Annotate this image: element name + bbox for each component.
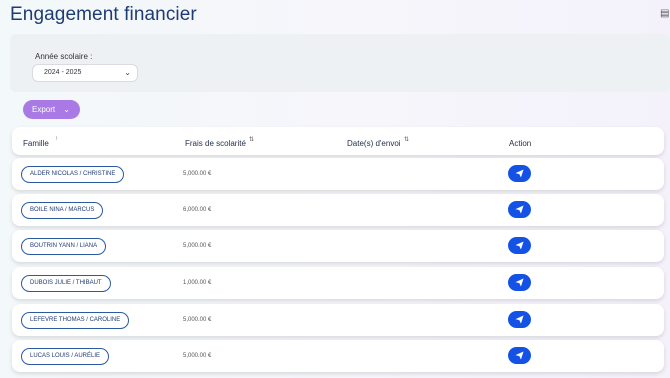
family-pill[interactable]: BOUTRIN YANN / LIANA: [21, 238, 107, 255]
fee-value: 5,000.00 €: [183, 353, 212, 359]
chevron-down-icon: ⌄: [124, 68, 131, 77]
paper-plane-icon: [515, 278, 524, 287]
table-row: BOUTRIN YANN / LIANA 5,000.00 €: [12, 230, 664, 262]
table-row: LUCAS LOUIS / AURÉLIE 5,000.00 €: [12, 340, 664, 372]
send-button[interactable]: [508, 237, 531, 254]
send-button[interactable]: [508, 201, 531, 218]
year-label: Année scolaire :: [35, 52, 93, 61]
paper-plane-icon: [515, 205, 524, 214]
fee-value: 5,000.00 €: [183, 317, 212, 323]
paper-plane-icon: [515, 169, 524, 178]
send-button[interactable]: [508, 165, 531, 182]
sort-icon[interactable]: ⇅: [249, 136, 254, 143]
header-action: Action: [509, 139, 532, 148]
sort-icon[interactable]: ⇅: [404, 136, 409, 143]
table-row: ALDER NICOLAS / CHRISTINE 5,000.00 €: [12, 158, 664, 190]
send-button[interactable]: [508, 311, 531, 328]
table-row: LEFEVRE THOMAS / CAROLINE 5,000.00 €: [12, 304, 664, 336]
fee-value: 1,000.00 €: [183, 280, 212, 286]
sort-icon[interactable]: ↑: [55, 136, 58, 142]
fee-value: 5,000.00 €: [183, 243, 212, 249]
paper-plane-icon: [515, 241, 524, 250]
top-right-icon[interactable]: ▤: [660, 8, 670, 20]
filter-panel: Année scolaire : 2024 - 2025 ⌄: [10, 34, 670, 92]
header-family[interactable]: Famille: [23, 139, 49, 148]
chevron-down-icon: ⌄: [63, 105, 70, 114]
family-pill[interactable]: DUBOIS JULIE / THIBAUT: [21, 275, 111, 292]
fee-value: 5,000.00 €: [183, 171, 212, 177]
table-header: Famille ↑ Frais de scolarité ⇅ Date(s) d…: [12, 127, 664, 155]
paper-plane-icon: [515, 351, 524, 360]
family-pill[interactable]: ALDER NICOLAS / CHRISTINE: [21, 166, 125, 183]
family-pill[interactable]: LUCAS LOUIS / AURÉLIE: [21, 348, 110, 365]
page-title: Engagement financier: [10, 4, 197, 25]
export-label: Export: [32, 105, 56, 114]
fee-value: 6,000.00 €: [183, 207, 212, 213]
family-pill[interactable]: BOILE NINA / MARCUS: [21, 202, 104, 219]
year-select[interactable]: 2024 - 2025 ⌄: [32, 64, 138, 82]
export-button[interactable]: Export ⌄: [23, 100, 80, 119]
header-dates[interactable]: Date(s) d'envoi: [347, 139, 401, 148]
header-fees[interactable]: Frais de scolarité: [185, 139, 246, 148]
family-pill[interactable]: LEFEVRE THOMAS / CAROLINE: [21, 312, 130, 329]
year-select-value: 2024 - 2025: [44, 69, 82, 76]
paper-plane-icon: [515, 315, 524, 324]
send-button[interactable]: [508, 347, 531, 364]
table-row: BOILE NINA / MARCUS 6,000.00 €: [12, 194, 664, 226]
table-row: DUBOIS JULIE / THIBAUT 1,000.00 €: [12, 267, 664, 299]
send-button[interactable]: [508, 274, 531, 291]
